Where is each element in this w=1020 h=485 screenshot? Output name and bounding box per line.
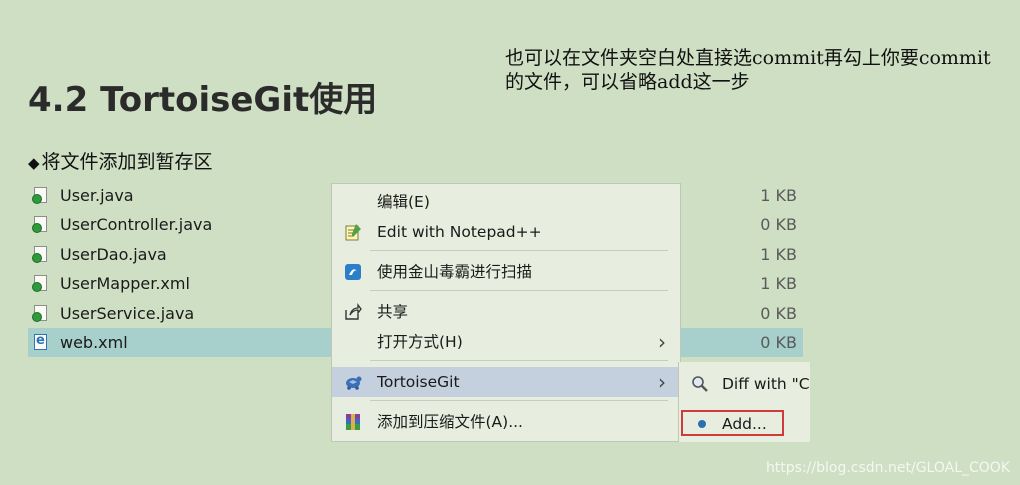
watermark: https://blog.csdn.net/GLOAL_COOK bbox=[765, 460, 1010, 476]
menu-item-notepad[interactable]: Edit with Notepad++ bbox=[332, 217, 680, 247]
chevron-right-icon: › bbox=[658, 370, 666, 394]
file-name: UserMapper.xml bbox=[60, 274, 190, 294]
submenu-item-diff[interactable]: Diff with "C bbox=[679, 369, 810, 399]
edge-file-icon: e bbox=[34, 333, 47, 350]
file-name: web.xml bbox=[60, 332, 128, 352]
file-name: UserController.java bbox=[60, 215, 213, 235]
file-name: UserService.java bbox=[60, 303, 195, 323]
menu-item-compress[interactable]: 添加到压缩文件(A)... bbox=[332, 407, 680, 437]
java-file-icon bbox=[32, 187, 47, 204]
context-menu: 编辑(E) Edit with Notepad++ 使用金山毒霸进行扫描 共享 … bbox=[331, 183, 681, 442]
java-file-icon bbox=[32, 304, 47, 322]
slide-title: 4.2 TortoiseGit使用 bbox=[28, 80, 378, 120]
file-name: User.java bbox=[60, 186, 134, 205]
notepad-icon bbox=[345, 224, 361, 241]
bullet-heading: ◆ 将文件添加到暂存区 bbox=[28, 147, 213, 174]
share-icon bbox=[345, 303, 362, 320]
menu-item-open-with[interactable]: 打开方式(H) › bbox=[332, 327, 680, 357]
menu-item-share[interactable]: 共享 bbox=[332, 297, 680, 327]
antivirus-icon bbox=[345, 264, 361, 280]
file-size: 0 KB bbox=[760, 215, 797, 235]
java-file-icon bbox=[32, 245, 47, 263]
tortoisegit-submenu: Diff with "C Add... bbox=[678, 362, 810, 442]
file-name: UserDao.java bbox=[60, 244, 167, 264]
file-size: 1 KB bbox=[760, 244, 797, 264]
menu-item-scan[interactable]: 使用金山毒霸进行扫描 bbox=[332, 257, 680, 287]
submenu-item-add[interactable]: Add... bbox=[679, 409, 810, 439]
tortoisegit-icon bbox=[346, 376, 362, 390]
diamond-bullet-icon: ◆ bbox=[28, 154, 40, 172]
file-size: 1 KB bbox=[760, 274, 797, 294]
menu-item-edit[interactable]: 编辑(E) bbox=[332, 187, 680, 217]
add-icon bbox=[698, 420, 706, 428]
file-size: 1 KB bbox=[760, 186, 797, 205]
java-file-icon bbox=[32, 216, 47, 234]
annotation-note: 也可以在文件夹空白处直接选commit再勾上你要commit的文件，可以省略ad… bbox=[505, 47, 991, 93]
magnifier-icon bbox=[692, 376, 708, 392]
xml-file-icon bbox=[32, 275, 47, 293]
file-size: 0 KB bbox=[760, 303, 797, 323]
menu-item-tortoisegit[interactable]: TortoiseGit › bbox=[332, 367, 680, 397]
winrar-icon bbox=[346, 414, 360, 430]
chevron-right-icon: › bbox=[658, 330, 666, 354]
file-size: 0 KB bbox=[760, 332, 797, 352]
bullet-text: 将文件添加到暂存区 bbox=[41, 151, 213, 173]
